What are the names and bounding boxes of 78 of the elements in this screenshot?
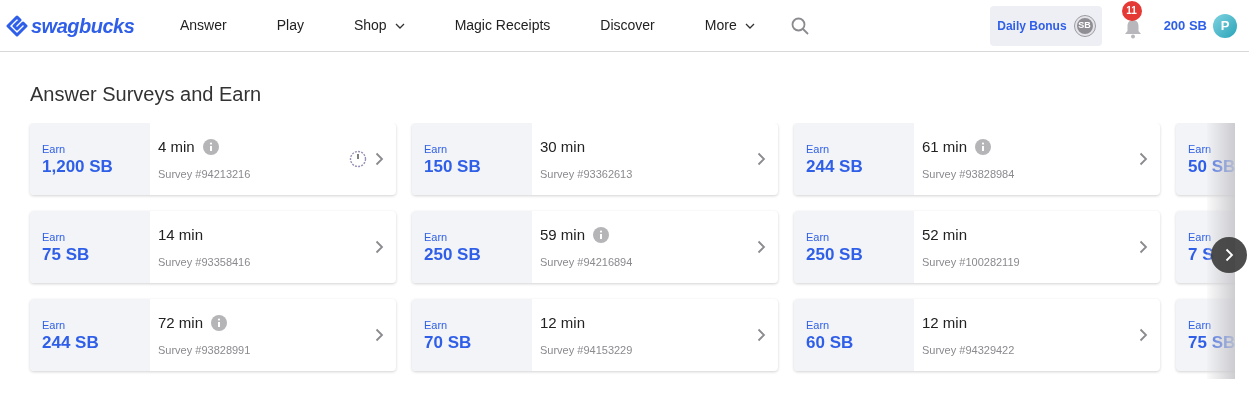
survey-card[interactable]: Earn 1,200 SB 4 min Survey #94213216 — [30, 123, 396, 195]
chevron-right-icon — [1224, 248, 1234, 262]
survey-card[interactable]: Earn 250 SB 52 min Survey #100282119 — [794, 211, 1160, 283]
reward-amount: 244 SB — [806, 157, 864, 177]
earn-label: Earn — [1188, 142, 1212, 157]
survey-card[interactable]: Earn 75 SB — [1176, 299, 1235, 371]
earn-label: Earn — [806, 230, 831, 245]
earn-label: Earn — [806, 142, 831, 157]
earn-label: Earn — [1188, 230, 1212, 245]
earn-label: Earn — [424, 230, 449, 245]
nav-link[interactable]: Discover — [586, 15, 669, 36]
survey-duration: 30 min — [540, 136, 586, 157]
chevron-right-icon — [375, 240, 384, 254]
survey-number: Survey #93828991 — [158, 343, 252, 358]
reward-amount: 250 SB — [806, 245, 864, 265]
chevron-right-icon — [375, 152, 384, 166]
earn-label: Earn — [42, 142, 67, 157]
logo-icon — [6, 14, 28, 37]
chevron-right-icon — [1139, 240, 1148, 254]
survey-duration: 61 min — [922, 136, 968, 157]
earn-label: Earn — [42, 230, 67, 245]
survey-card[interactable]: Earn 244 SB 72 min Survey #93828991 — [30, 299, 396, 371]
reward-amount: 75 SB — [1188, 333, 1235, 353]
survey-number: Survey #94329422 — [922, 343, 1016, 358]
coin-icon: SB — [1074, 15, 1095, 36]
survey-card[interactable]: Earn 244 SB 61 min Survey #93828984 — [794, 123, 1160, 195]
nav-link[interactable]: Answer — [166, 15, 241, 36]
reward-amount: 250 SB — [424, 245, 482, 265]
nav-link[interactable]: Magic Receipts — [440, 15, 565, 36]
notification-badge: 11 — [1121, 0, 1142, 21]
survey-number: Survey #93362613 — [540, 167, 634, 182]
section-title: Answer Surveys and Earn — [30, 82, 263, 107]
survey-card[interactable]: Earn 50 SB — [1176, 123, 1235, 195]
survey-card[interactable]: Earn 150 SB 30 min Survey #93362613 — [412, 123, 778, 195]
nav-link[interactable]: Play — [262, 15, 318, 36]
survey-card[interactable]: Earn 250 SB 59 min Survey #94216894 — [412, 211, 778, 283]
survey-card[interactable]: Earn 70 SB 12 min Survey #94153229 — [412, 299, 778, 371]
reward-amount: 1,200 SB — [42, 157, 114, 177]
logo[interactable]: swagbucks — [31, 10, 135, 41]
survey-duration: 59 min — [540, 224, 586, 245]
survey-duration: 12 min — [922, 312, 968, 333]
reward-amount: 50 SB — [1188, 157, 1235, 177]
chevron-right-icon — [1139, 152, 1148, 166]
daily-bonus-button[interactable]: Daily Bonus SB — [990, 5, 1102, 46]
earn-label: Earn — [424, 318, 449, 333]
reward-amount: 60 SB — [806, 333, 855, 353]
survey-duration: 52 min — [922, 224, 968, 245]
balance[interactable]: 200 SB — [1163, 15, 1207, 36]
nav-link[interactable]: Shop — [339, 15, 419, 36]
chevron-right-icon — [757, 328, 766, 342]
survey-number: Survey #93358416 — [158, 255, 252, 270]
survey-duration: 72 min — [158, 312, 204, 333]
earn-label: Earn — [424, 142, 449, 157]
survey-number: Survey #94213216 — [158, 167, 252, 182]
earn-label: Earn — [1188, 318, 1212, 333]
next-button[interactable] — [1211, 237, 1247, 273]
survey-number: Survey #94153229 — [540, 343, 634, 358]
survey-card[interactable]: Earn 75 SB 14 min Survey #93358416 — [30, 211, 396, 283]
survey-number: Survey #93828984 — [922, 167, 1016, 182]
survey-duration: 12 min — [540, 312, 586, 333]
survey-card[interactable]: Earn 60 SB 12 min Survey #94329422 — [794, 299, 1160, 371]
chevron-right-icon — [757, 240, 766, 254]
earn-label: Earn — [806, 318, 831, 333]
chevron-right-icon — [375, 328, 384, 342]
survey-duration: 4 min — [158, 136, 195, 157]
reward-amount: 75 SB — [42, 245, 91, 265]
reward-amount: 70 SB — [424, 333, 473, 353]
survey-number: Survey #100282119 — [922, 255, 1021, 270]
search-icon[interactable] — [790, 16, 809, 35]
chevron-right-icon — [757, 152, 766, 166]
reward-amount: 244 SB — [42, 333, 100, 353]
nav-link[interactable]: More — [690, 15, 769, 36]
bell-icon[interactable] — [1123, 18, 1142, 39]
survey-duration: 14 min — [158, 224, 204, 245]
reward-amount: 150 SB — [424, 157, 482, 177]
earn-label: Earn — [42, 318, 67, 333]
chevron-right-icon — [1139, 328, 1148, 342]
survey-number: Survey #94216894 — [540, 255, 634, 270]
